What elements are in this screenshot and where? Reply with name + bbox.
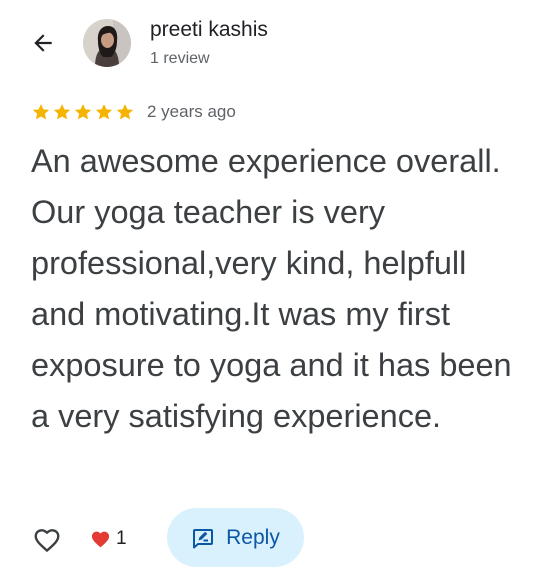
reply-button-label: Reply <box>226 525 280 549</box>
star-icon <box>53 104 71 120</box>
rating-row: 2 years ago <box>31 101 236 123</box>
back-button[interactable] <box>28 28 58 58</box>
reaction-summary[interactable]: 1 <box>90 527 127 551</box>
review-date: 2 years ago <box>147 102 236 121</box>
heart-outline-icon <box>34 529 60 552</box>
star-rating <box>31 102 135 122</box>
reply-button[interactable]: Reply <box>167 508 304 567</box>
reviewer-review-count: 1 review <box>150 50 210 67</box>
avatar[interactable] <box>83 19 131 67</box>
review-text: An awesome experience overall. Our yoga … <box>31 143 512 434</box>
star-icon <box>32 104 50 120</box>
avatar-photo <box>83 19 131 67</box>
reviewer-name[interactable]: preeti kashis <box>150 18 268 42</box>
star-icon <box>116 104 134 120</box>
star-icon <box>95 104 113 120</box>
reaction-count: 1 <box>116 528 127 549</box>
arrow-left-icon <box>34 34 52 52</box>
red-heart-icon <box>91 531 110 547</box>
star-icon <box>74 104 92 120</box>
reply-edit-icon <box>193 528 214 548</box>
like-button[interactable] <box>31 524 63 556</box>
